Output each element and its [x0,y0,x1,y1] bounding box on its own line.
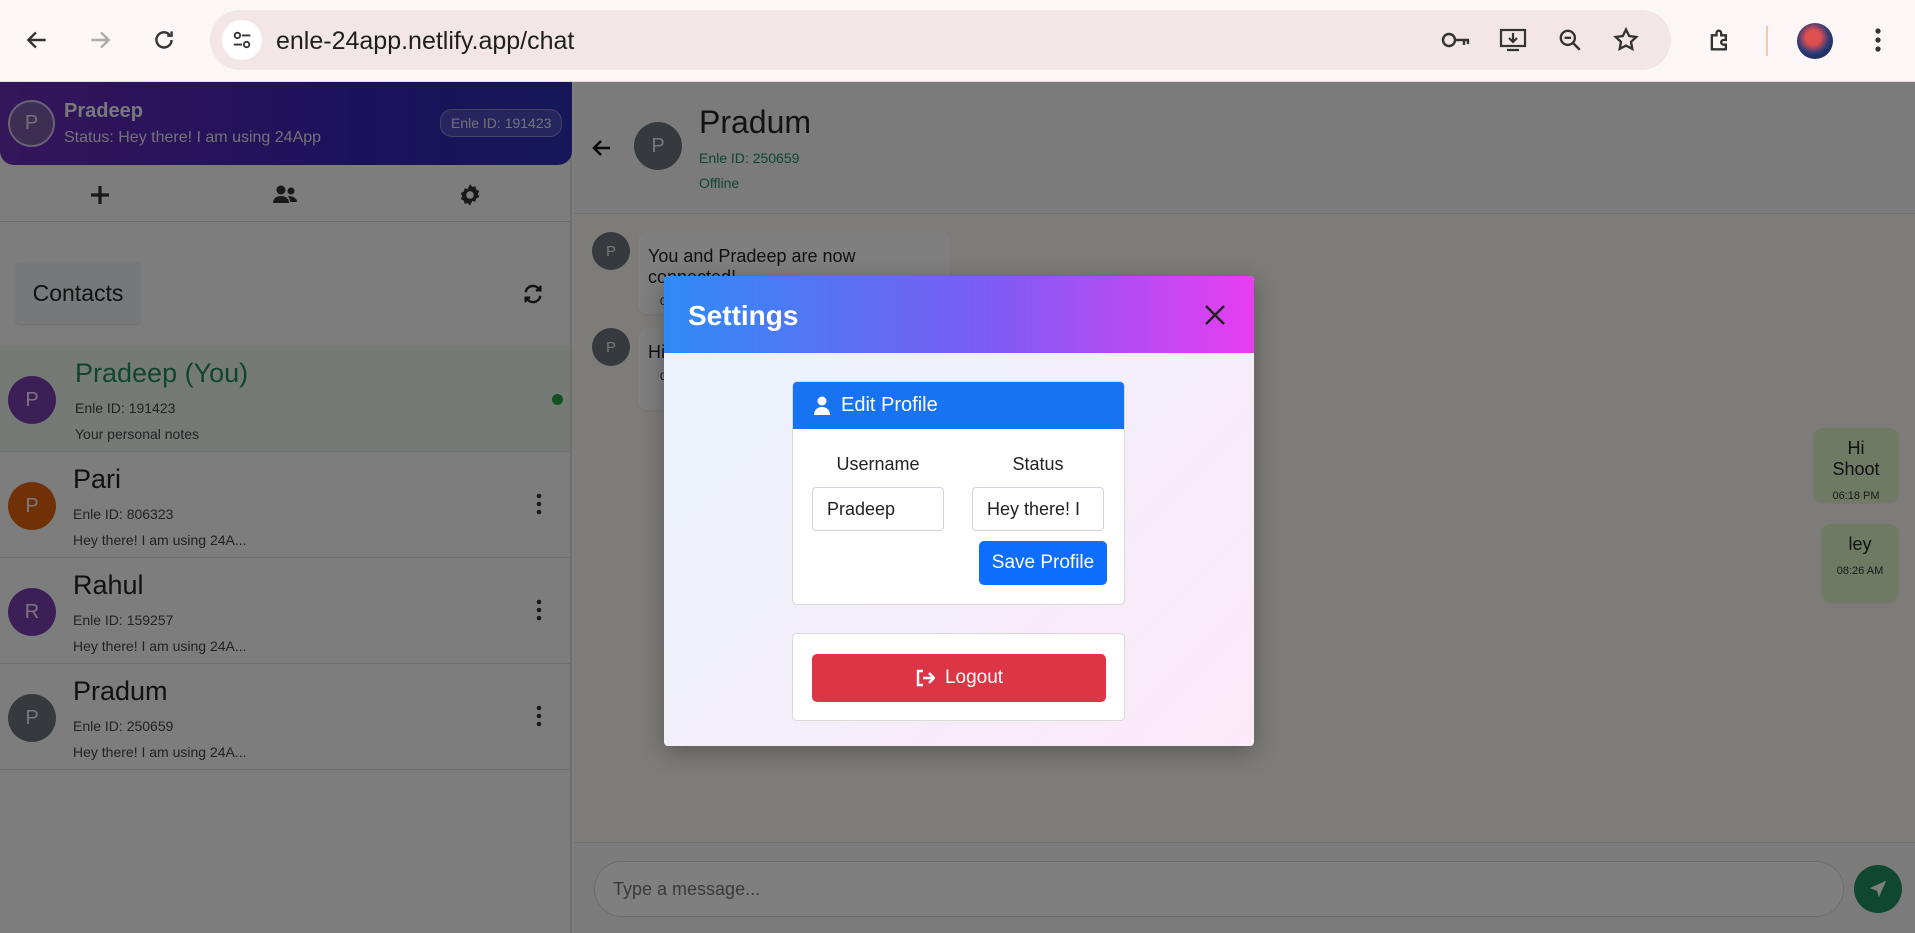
status-field[interactable] [972,487,1104,531]
install-app-icon[interactable] [1495,22,1531,58]
user-icon [814,396,830,415]
bookmark-star-icon[interactable] [1608,22,1644,58]
browser-toolbar: enle-24app.netlify.app/chat [0,0,1915,82]
settings-modal: Settings Edit Profile Username Status Sa… [664,276,1254,746]
url-text[interactable]: enle-24app.netlify.app/chat [276,27,574,56]
edit-profile-header: Edit Profile [793,382,1124,429]
logout-icon [916,669,935,687]
modal-header: Settings [664,276,1254,353]
logout-button[interactable]: Logout [812,654,1106,702]
back-arrow-icon[interactable] [17,20,57,60]
close-icon[interactable] [1200,300,1230,330]
username-field[interactable] [812,487,944,531]
forward-arrow-icon[interactable] [80,20,120,60]
logout-label: Logout [944,667,1004,688]
edit-profile-card: Edit Profile Username Status Save Profil… [792,381,1125,605]
save-profile-button[interactable]: Save Profile [979,541,1107,585]
username-label: Username [836,454,920,474]
status-label: Status [1012,454,1064,474]
edit-profile-title: Edit Profile [841,394,938,416]
zoom-icon[interactable] [1552,22,1588,58]
browser-profile-avatar[interactable] [1797,23,1833,59]
menu-kebab-icon[interactable] [1858,20,1898,60]
address-bar[interactable]: enle-24app.netlify.app/chat [210,10,1671,70]
site-settings-icon[interactable] [222,20,262,60]
modal-title: Settings [688,300,799,331]
toolbar-divider [1766,26,1768,56]
extensions-icon[interactable] [1700,20,1740,60]
reload-icon[interactable] [144,20,184,60]
logout-card: Logout [792,633,1125,721]
password-key-icon[interactable] [1438,22,1474,58]
